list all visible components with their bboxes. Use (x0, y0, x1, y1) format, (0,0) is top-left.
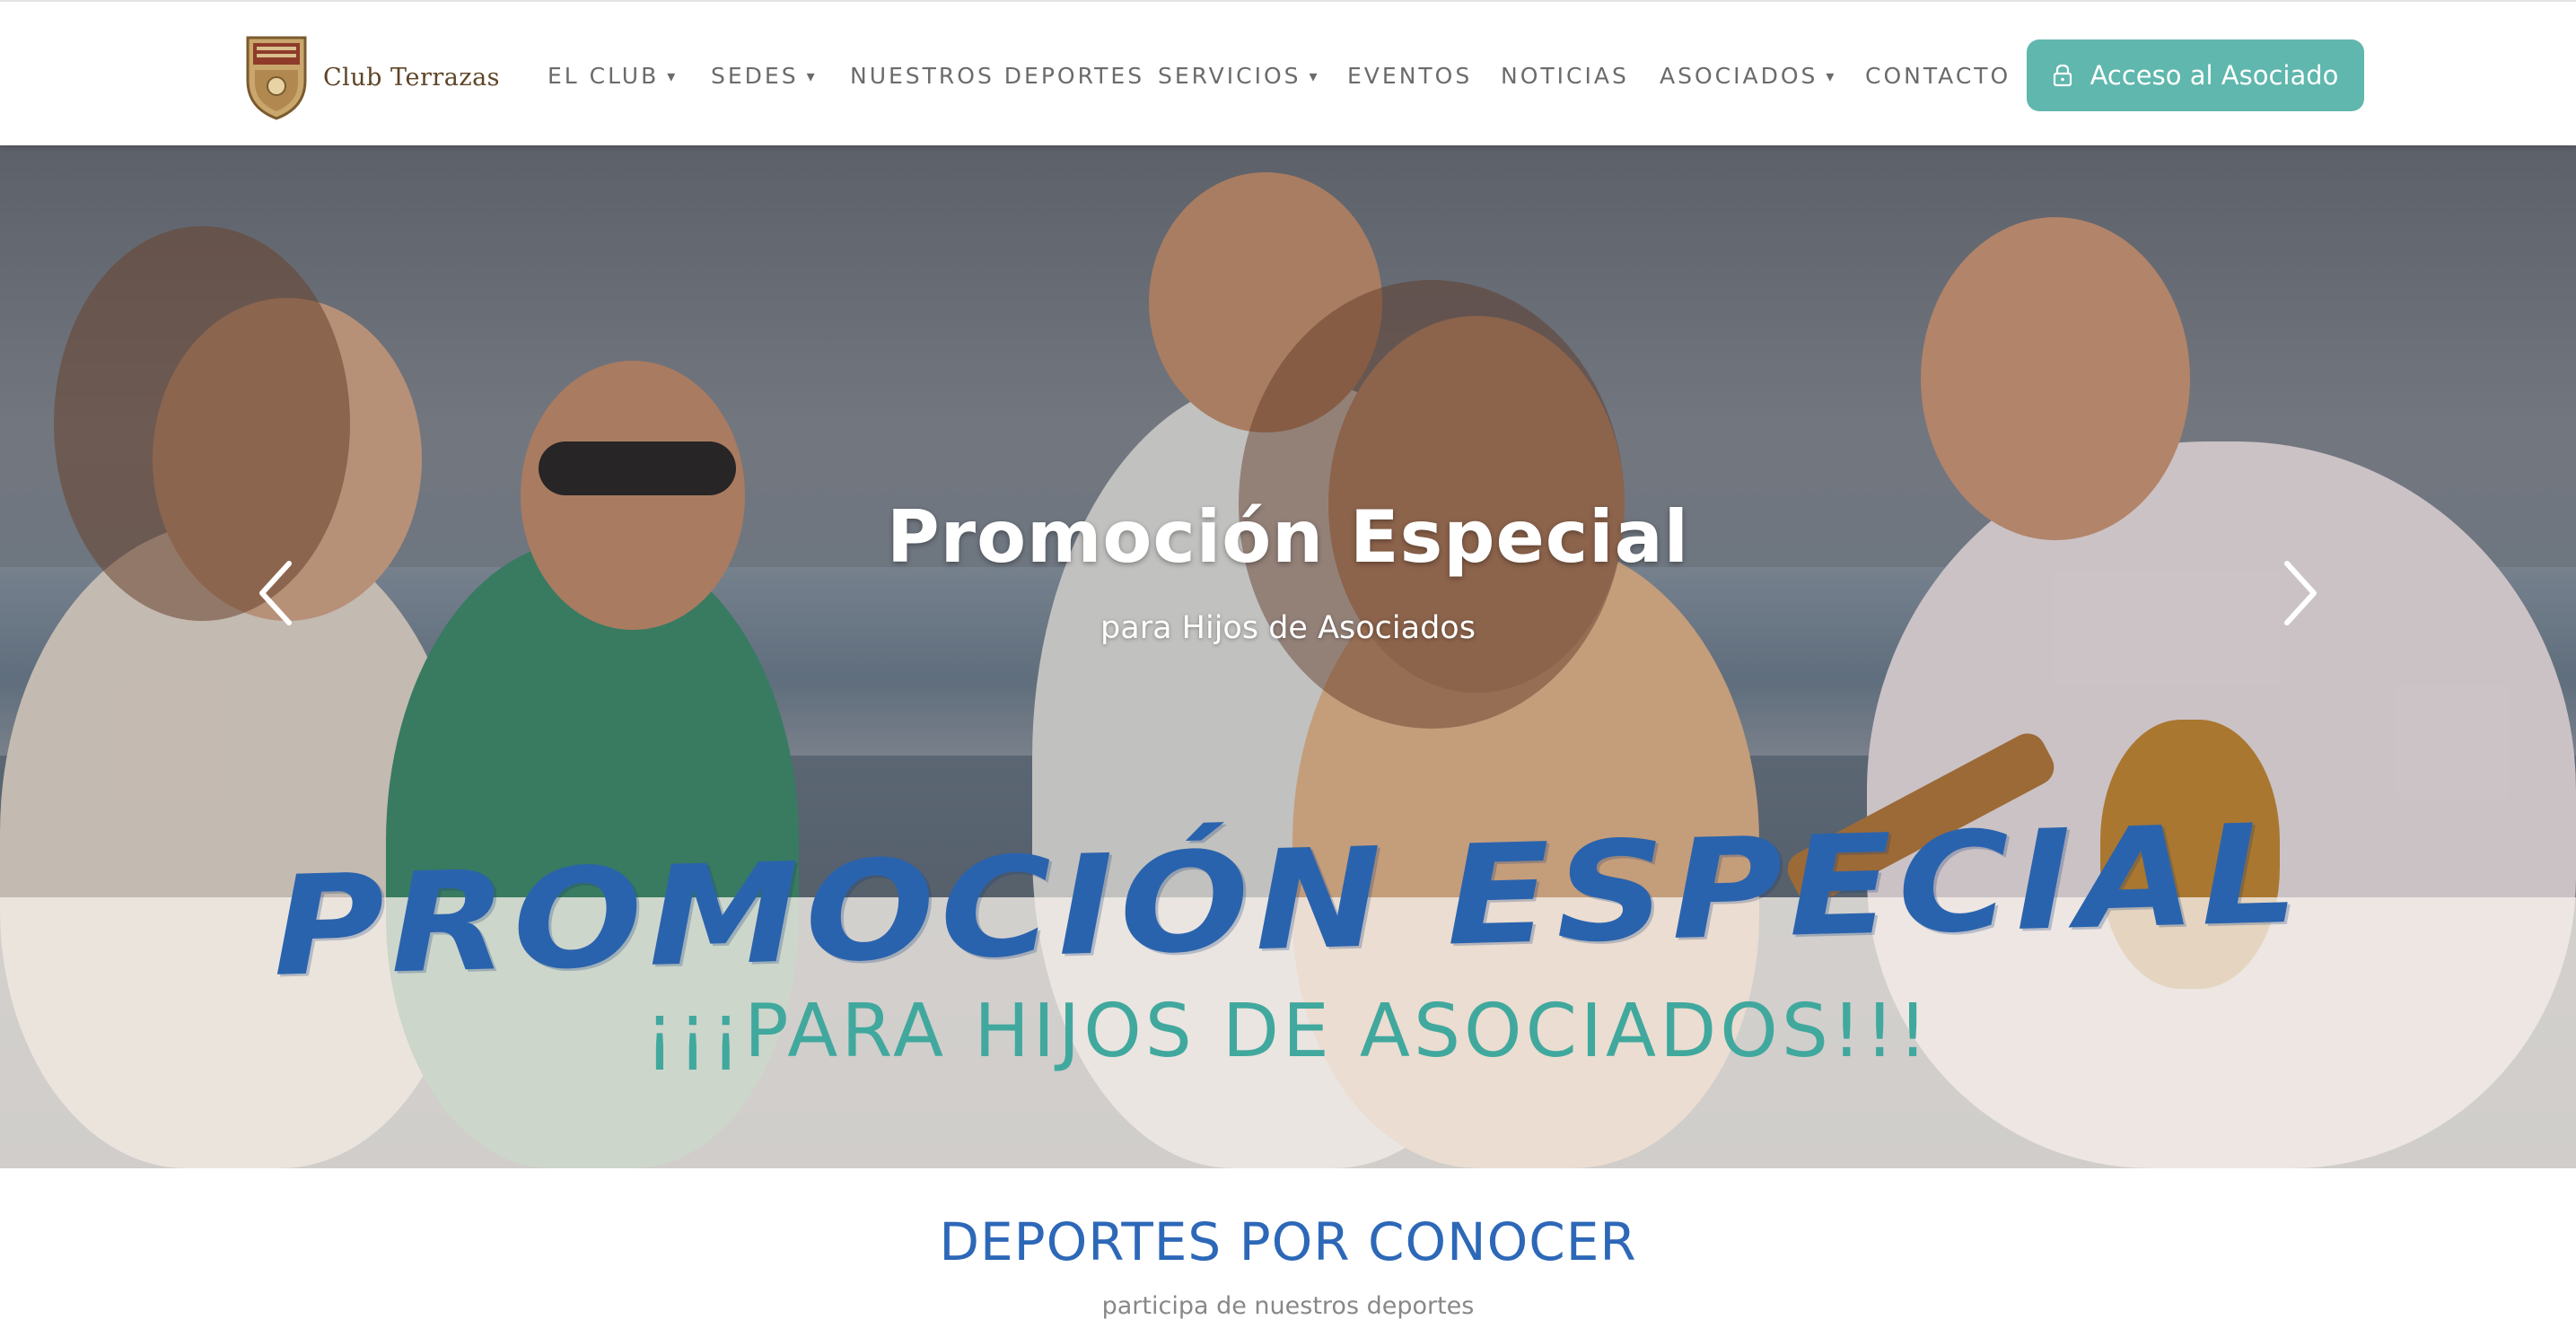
club-crest-icon (246, 36, 307, 120)
nav-item-nuestros-deportes[interactable]: NUESTROS DEPORTES (850, 61, 1144, 92)
nav-item-el-club[interactable]: EL CLUB ▾ (548, 61, 675, 94)
caret-down-icon: ▾ (1309, 67, 1318, 86)
chevron-left-icon[interactable] (250, 553, 303, 634)
nav-item-asociados[interactable]: ASOCIADOS ▾ (1660, 61, 1834, 94)
nav-item-contacto[interactable]: CONTACTO (1865, 61, 2011, 92)
top-navbar: Club Terrazas EL CLUB ▾ SEDES ▾ NUESTROS D… (0, 0, 2576, 145)
nav-item-sedes[interactable]: SEDES ▾ (711, 61, 815, 94)
nav-item-label: NOTICIAS (1501, 63, 1629, 89)
lock-icon (2053, 64, 2072, 87)
nav-item-label: EVENTOS (1347, 63, 1473, 89)
nav-item-label: SEDES (711, 63, 799, 89)
nav-item-label: EL CLUB (548, 63, 660, 89)
nav-item-label: SERVICIOS (1158, 63, 1301, 89)
nav-item-eventos[interactable]: EVENTOS (1347, 61, 1472, 92)
member-access-label: Acceso al Asociado (2090, 60, 2339, 91)
brand-logo-link[interactable]: Club Terrazas (244, 34, 500, 120)
nav-item-label: NUESTROS DEPORTES (850, 63, 1145, 89)
nav-item-servicios[interactable]: SERVICIOS ▾ (1158, 61, 1318, 94)
caret-down-icon: ▾ (1826, 67, 1835, 86)
section-subtitle: participa de nuestros deportes (1101, 1292, 1475, 1320)
member-access-button[interactable]: Acceso al Asociado (2027, 39, 2364, 111)
hero-subtitle: para Hijos de Asociados (1100, 610, 1476, 646)
promo-banner-subtitle: ¡¡¡PARA HIJOS DE ASOCIADOS!!! (644, 989, 1932, 1074)
nav-item-label: ASOCIADOS (1660, 63, 1818, 89)
caret-down-icon: ▾ (806, 67, 815, 86)
section-title: DEPORTES POR CONOCER (939, 1211, 1637, 1272)
brand-name: Club Terrazas (323, 63, 501, 92)
hero-title: Promoción Especial (886, 495, 1689, 579)
nav-item-label: CONTACTO (1865, 63, 2011, 89)
chevron-right-icon[interactable] (2273, 553, 2326, 634)
nav-item-noticias[interactable]: NOTICIAS (1501, 61, 1629, 92)
caret-down-icon: ▾ (667, 67, 676, 86)
